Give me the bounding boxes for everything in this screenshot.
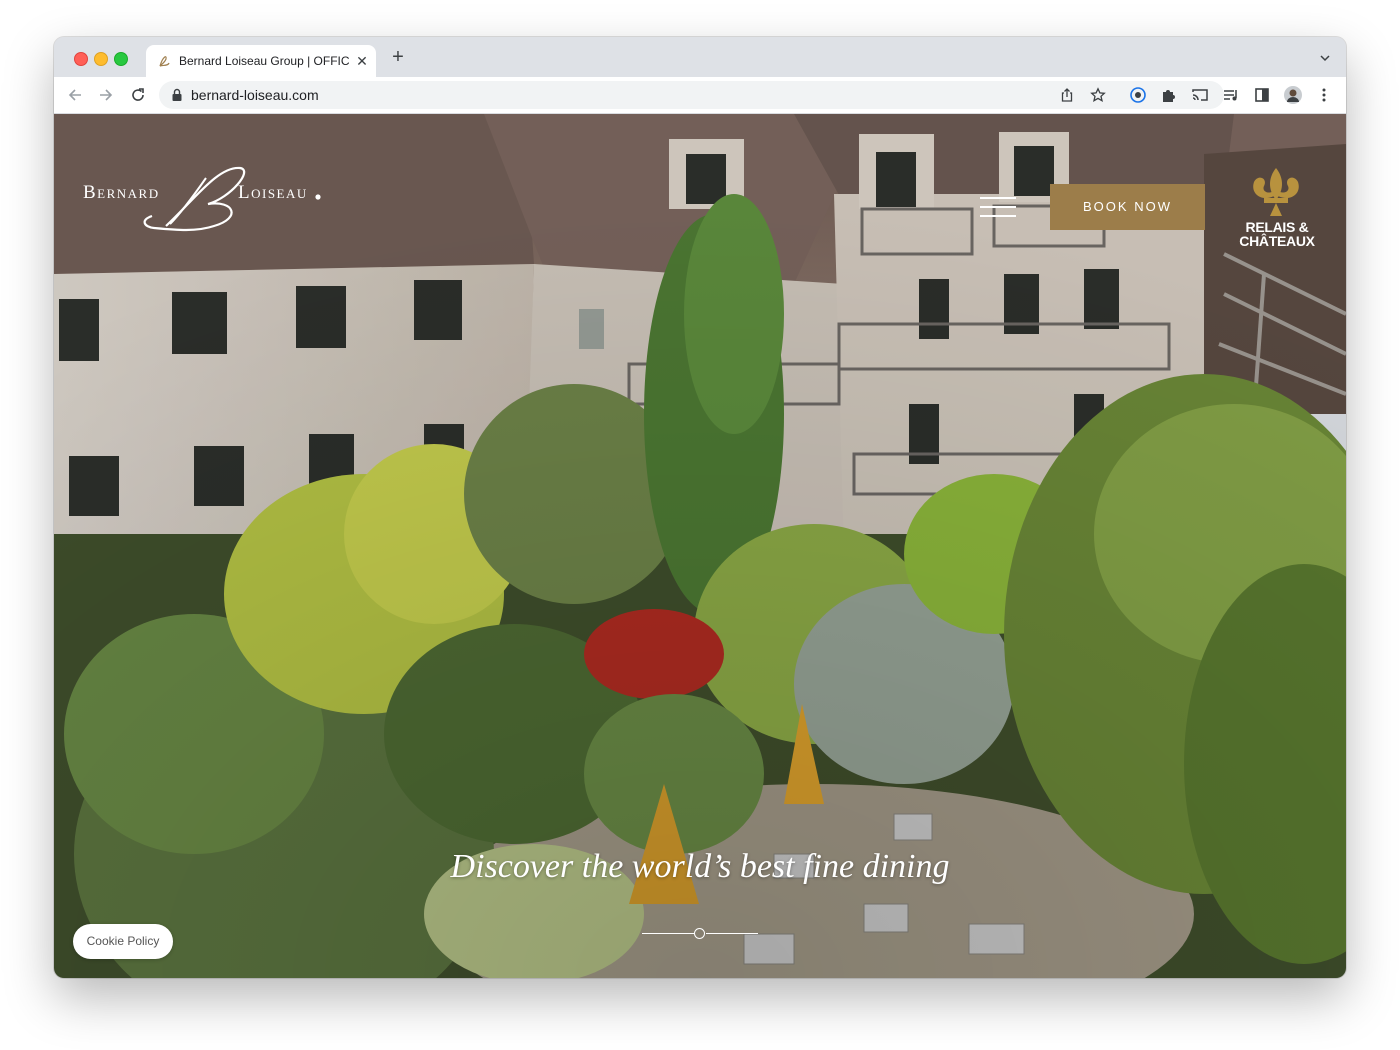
favicon-icon (159, 56, 170, 67)
browser-toolbar: bernard-loiseau.com (54, 77, 1346, 114)
reload-icon[interactable] (129, 86, 147, 104)
tab-title: Bernard Loiseau Group | OFFIC (179, 54, 349, 68)
forward-icon[interactable] (97, 86, 115, 104)
web-page: Bernard Loiseau BOOK NOW RELAIS & CHÂTEA (54, 114, 1346, 978)
lock-icon (172, 88, 182, 101)
fleur-de-lis-icon[interactable] (1248, 166, 1304, 218)
extension-icon[interactable] (1129, 86, 1147, 104)
menu-dots-icon[interactable] (1315, 86, 1333, 104)
media-icon[interactable] (1222, 86, 1240, 104)
minimize-window-button[interactable] (94, 52, 108, 66)
tab-strip: Bernard Loiseau Group | OFFIC ✕ + (54, 37, 1346, 77)
relais-chateaux-label[interactable]: RELAIS & CHÂTEAUX (1232, 220, 1322, 248)
relais-line1: RELAIS & (1245, 219, 1309, 235)
share-icon[interactable] (1059, 87, 1075, 103)
back-icon[interactable] (66, 86, 84, 104)
chevron-down-icon[interactable] (1318, 51, 1332, 65)
slider-line-right (706, 933, 758, 934)
puzzle-icon[interactable] (1160, 86, 1178, 104)
maximize-window-button[interactable] (114, 52, 128, 66)
close-window-button[interactable] (74, 52, 88, 66)
logo-monogram-icon[interactable] (136, 158, 248, 236)
bookmark-star-icon[interactable] (1090, 87, 1106, 103)
url-text: bernard-loiseau.com (191, 87, 319, 103)
avatar[interactable] (1284, 86, 1302, 104)
browser-window: Bernard Loiseau Group | OFFIC ✕ + bernar… (54, 37, 1346, 978)
hero-tagline: Discover the world’s best fine dining (450, 848, 950, 885)
cookie-policy-button[interactable]: Cookie Policy (73, 924, 173, 959)
sidebar-icon[interactable] (1253, 86, 1271, 104)
new-tab-button[interactable]: + (389, 47, 407, 67)
slider-line-left (642, 933, 694, 934)
browser-tab[interactable]: Bernard Loiseau Group | OFFIC ✕ (146, 45, 376, 77)
address-bar[interactable]: bernard-loiseau.com (159, 81, 1224, 109)
slider-indicator[interactable] (694, 928, 705, 939)
book-now-button[interactable]: BOOK NOW (1050, 184, 1205, 230)
hamburger-menu-icon[interactable] (980, 194, 1018, 222)
logo-text-right[interactable]: Loiseau (238, 182, 308, 204)
registered-mark-icon (315, 194, 321, 200)
relais-line2: CHÂTEAUX (1239, 233, 1315, 249)
tab-close-icon[interactable]: ✕ (354, 53, 370, 69)
cast-icon[interactable] (1191, 86, 1209, 104)
